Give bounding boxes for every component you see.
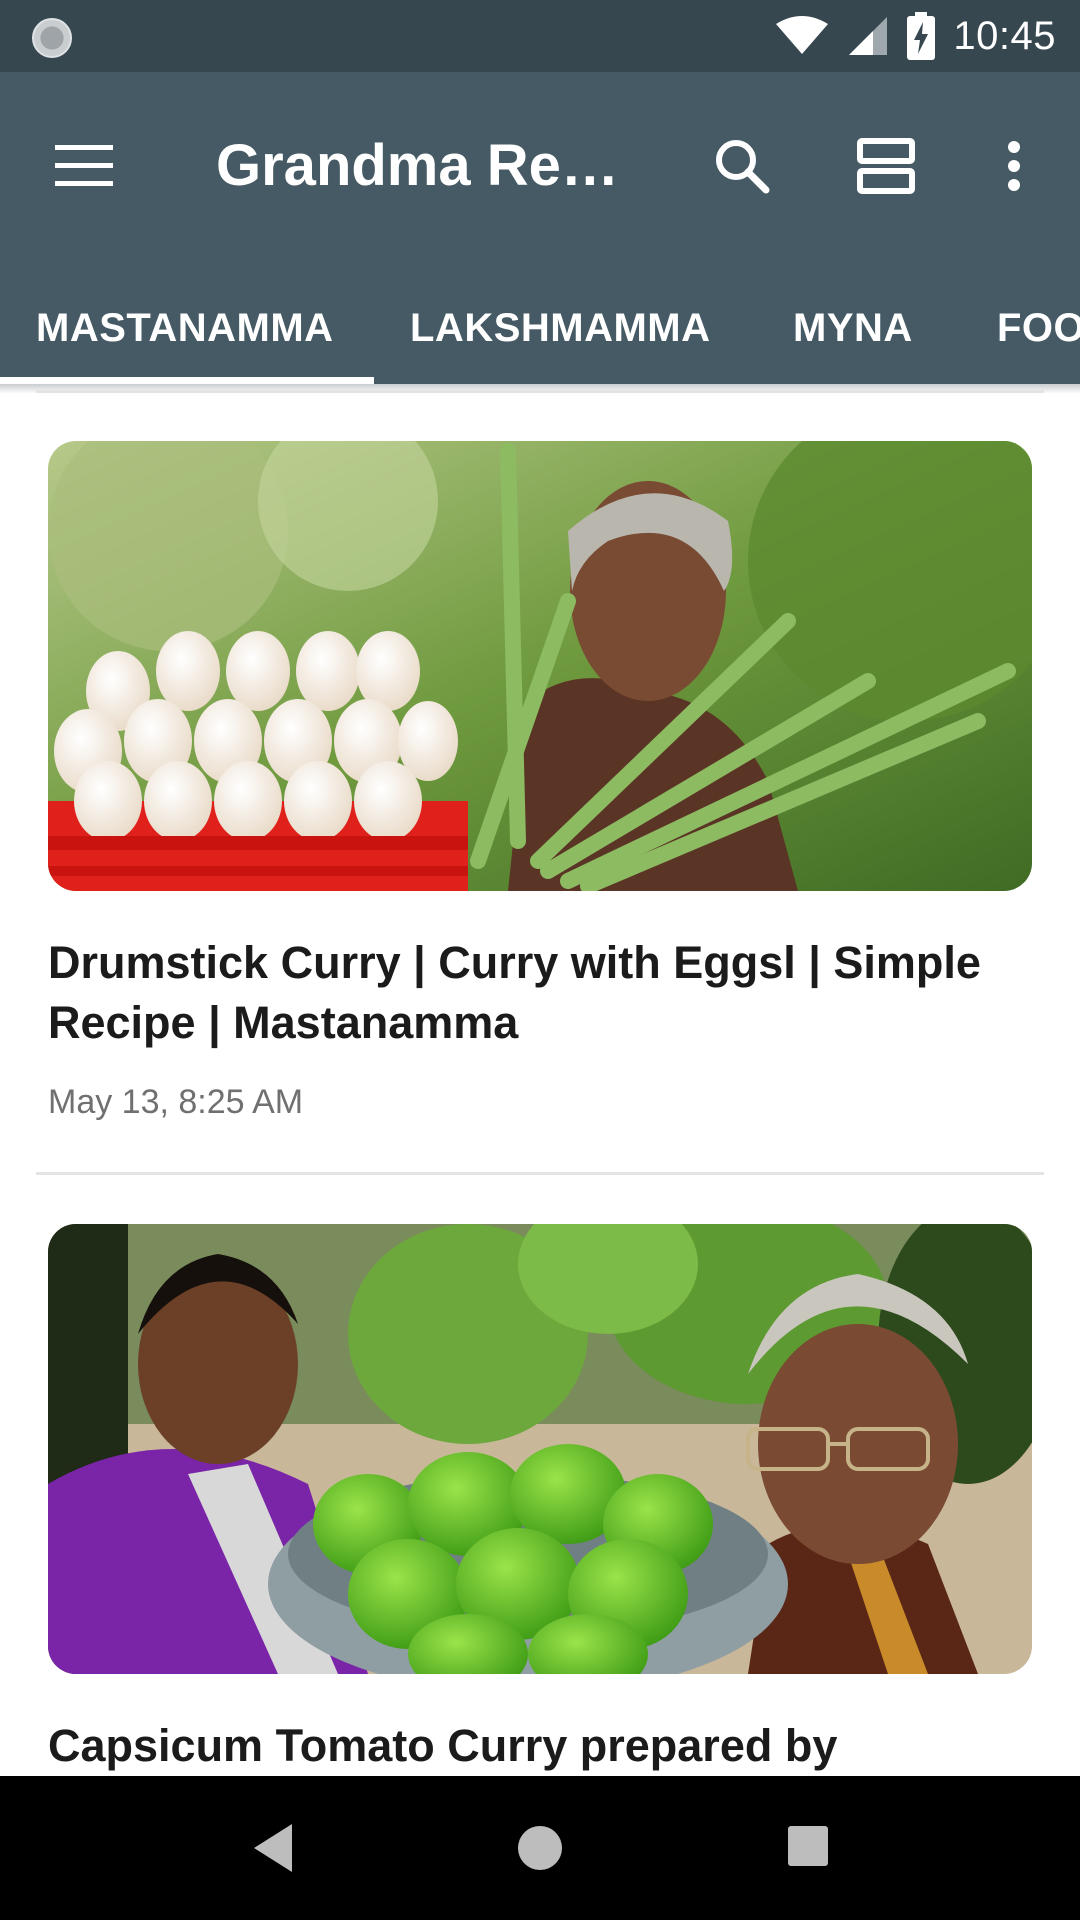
video-title[interactable]: Capsicum Tomato Curry prepared by (48, 1716, 1032, 1776)
video-thumbnail[interactable] (48, 1224, 1032, 1674)
tab-bar: MASTANAMMA LAKSHMAMMA MYNA FOO (0, 272, 1080, 384)
menu-button[interactable] (48, 130, 120, 202)
search-icon (716, 140, 770, 194)
status-bar: 10:45 (0, 0, 1080, 72)
tab-mastanamma[interactable]: MASTANAMMA (36, 272, 334, 384)
tab-foo[interactable]: FOO (997, 272, 1080, 384)
battery-charging-icon (907, 12, 936, 60)
recents-button[interactable] (788, 1826, 828, 1866)
divider (36, 1172, 1044, 1175)
back-button[interactable] (248, 1820, 296, 1876)
video-card[interactable]: Capsicum Tomato Curry prepared by (48, 1224, 1032, 1776)
system-navigation-bar (0, 1776, 1080, 1920)
wifi-icon (775, 16, 829, 56)
video-title[interactable]: Drumstick Curry | Curry with Eggsl | Sim… (48, 933, 1032, 1053)
app-title: Grandma Reci… (216, 133, 626, 198)
video-date: May 13, 8:25 AM (48, 1083, 304, 1121)
more-vert-icon (1008, 141, 1020, 191)
video-thumbnail[interactable] (48, 441, 1032, 891)
app-bar: Grandma Reci… MASTANAMMA LAKSHMAMMA MYNA… (0, 72, 1080, 384)
video-card[interactable]: Drumstick Curry | Curry with Eggsl | Sim… (48, 441, 1032, 1122)
video-list[interactable]: Drumstick Curry | Curry with Eggsl | Sim… (0, 384, 1080, 1776)
search-button[interactable] (706, 124, 778, 208)
back-icon (254, 1824, 292, 1872)
more-options-button[interactable] (990, 124, 1038, 208)
tab-indicator (0, 377, 374, 384)
tab-myna[interactable]: MYNA (793, 272, 913, 384)
status-icons: 10:45 (775, 10, 1056, 62)
signal-icon (847, 15, 889, 57)
tab-lakshmamma[interactable]: LAKSHMAMMA (410, 272, 711, 384)
menu-icon (55, 145, 113, 186)
divider (36, 390, 1044, 393)
sync-notification-icon (32, 18, 72, 58)
view-agenda-icon (857, 138, 915, 194)
clock: 10:45 (953, 13, 1056, 58)
home-button[interactable] (518, 1826, 562, 1870)
layout-toggle-button[interactable] (850, 124, 922, 208)
